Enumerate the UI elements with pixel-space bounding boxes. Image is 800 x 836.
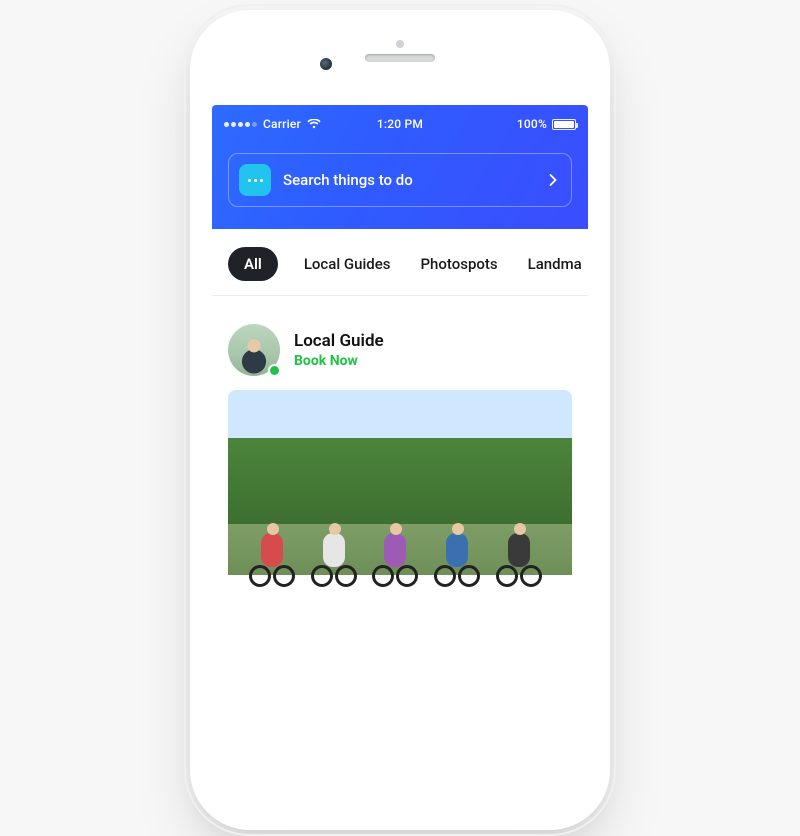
guide-avatar[interactable] bbox=[228, 324, 280, 376]
search-placeholder: Search things to do bbox=[283, 171, 537, 189]
category-tabs: All Local Guides Photospots Landma bbox=[212, 229, 588, 295]
search-box[interactable]: Search things to do bbox=[228, 153, 572, 207]
signal-strength-icon bbox=[224, 122, 257, 127]
illustration-person bbox=[496, 517, 542, 587]
illustration-person bbox=[372, 517, 418, 587]
status-bar: Carrier 1:20 PM 100% bbox=[212, 113, 588, 135]
tab-local-guides[interactable]: Local Guides bbox=[300, 247, 395, 281]
status-bar-right: 100% bbox=[517, 113, 576, 135]
chevron-right-icon bbox=[549, 171, 557, 190]
illustration-person bbox=[249, 517, 295, 587]
tab-photospots[interactable]: Photospots bbox=[416, 247, 501, 281]
clock: 1:20 PM bbox=[377, 117, 423, 131]
search-category-icon bbox=[239, 164, 271, 196]
carrier-label: Carrier bbox=[263, 117, 301, 131]
content-area: All Local Guides Photospots Landma Local… bbox=[212, 229, 588, 646]
card-hero-image[interactable] bbox=[228, 390, 572, 630]
earpiece-speaker bbox=[365, 54, 435, 62]
card-title: Local Guide bbox=[294, 331, 384, 351]
activity-card[interactable]: Local Guide Book Now bbox=[212, 296, 588, 646]
screen: Carrier 1:20 PM 100% Search things to do bbox=[212, 105, 588, 735]
app-header: Carrier 1:20 PM 100% Search things to do bbox=[212, 105, 588, 229]
phone-frame: Carrier 1:20 PM 100% Search things to do bbox=[190, 10, 610, 830]
book-now-link[interactable]: Book Now bbox=[294, 353, 384, 369]
status-bar-left: Carrier bbox=[224, 113, 321, 135]
battery-icon bbox=[552, 119, 576, 130]
illustration-person bbox=[434, 517, 480, 587]
proximity-sensor bbox=[396, 40, 404, 48]
wifi-icon bbox=[307, 119, 321, 129]
card-title-group: Local Guide Book Now bbox=[294, 331, 384, 369]
battery-percentage: 100% bbox=[517, 117, 547, 131]
tab-all[interactable]: All bbox=[228, 247, 278, 281]
presence-indicator-icon bbox=[268, 364, 281, 377]
tab-landmarks[interactable]: Landma bbox=[524, 247, 586, 281]
front-camera bbox=[320, 58, 332, 70]
illustration-person bbox=[311, 517, 357, 587]
card-header: Local Guide Book Now bbox=[228, 324, 572, 376]
